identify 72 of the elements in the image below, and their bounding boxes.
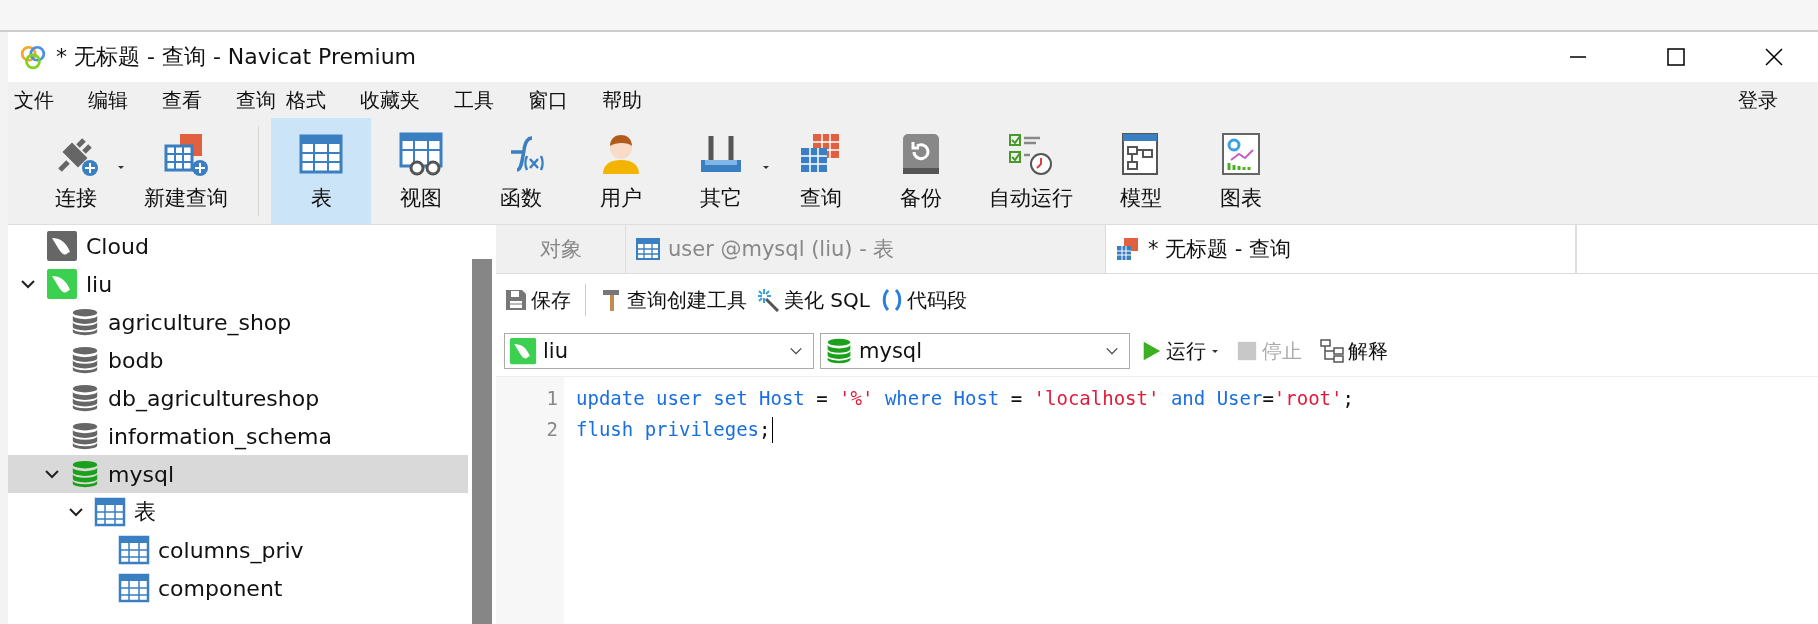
toolbar-button[interactable]: 图表: [1191, 118, 1291, 224]
toolbar-button[interactable]: 视图: [371, 118, 471, 224]
database-icon: [70, 458, 100, 490]
floppy-icon: [504, 288, 528, 312]
toolbar-button[interactable]: 备份: [871, 118, 971, 224]
stop-icon: [1236, 340, 1258, 362]
magic-wand-icon: [757, 288, 781, 312]
tree-item[interactable]: 表: [8, 493, 468, 531]
editor-toolbar-button[interactable]: 美化 SQL: [755, 286, 872, 314]
tab[interactable]: * 无标题 - 查询: [1106, 225, 1576, 273]
editor-toolbar-button[interactable]: 代码段: [877, 286, 969, 314]
tree-item[interactable]: component: [8, 569, 468, 607]
caret-icon[interactable]: [118, 166, 124, 169]
caret-icon[interactable]: [1212, 349, 1218, 353]
tree-item[interactable]: Cloud: [8, 227, 468, 265]
editor-toolbar-button[interactable]: 保存: [502, 286, 573, 314]
menu-item[interactable]: 收藏夹: [360, 86, 420, 114]
database-icon: [70, 344, 100, 376]
database-select[interactable]: mysql: [820, 333, 1130, 369]
dolphin-icon: [46, 230, 78, 262]
dolphin-icon: [509, 337, 537, 365]
tree-item[interactable]: db_agricultureshop: [8, 379, 468, 417]
tree-item[interactable]: agriculture_shop: [8, 303, 468, 341]
database-icon: [70, 420, 100, 452]
menu-item[interactable]: 工具: [454, 86, 494, 114]
toolbar-button[interactable]: 模型: [1091, 118, 1191, 224]
tree-item[interactable]: columns_priv: [8, 531, 468, 569]
table-pair-icon: [1116, 237, 1140, 261]
table-icon: [118, 534, 150, 566]
line-number: 1: [546, 386, 558, 411]
line-number: 2: [546, 417, 558, 442]
tree-item[interactable]: information_schema: [8, 417, 468, 455]
database-icon: [825, 337, 853, 365]
menu-item[interactable]: 窗口: [528, 86, 568, 114]
menu-item[interactable]: 格式: [286, 86, 326, 114]
caret-icon[interactable]: [763, 166, 769, 169]
toolbar-button[interactable]: 表: [271, 118, 371, 224]
toolbar-button[interactable]: 连接: [26, 118, 126, 224]
login-link[interactable]: 登录: [1738, 86, 1778, 114]
database-icon: [70, 306, 100, 338]
tree-item[interactable]: liu: [8, 265, 468, 303]
maximize-icon[interactable]: [1666, 47, 1686, 67]
table-icon: [636, 237, 660, 261]
action-button[interactable]: 运行: [1136, 337, 1226, 365]
menu-item[interactable]: 编辑: [88, 86, 128, 114]
toolbar-button[interactable]: 函数: [471, 118, 571, 224]
toolbar-button[interactable]: 新建查询: [126, 118, 246, 224]
code-line: flush privileges;: [576, 417, 771, 442]
editor-toolbar-button[interactable]: 查询创建工具: [598, 286, 749, 314]
table-icon: [118, 572, 150, 604]
table-glasses-icon: [397, 130, 445, 178]
toolbar-button[interactable]: 其它: [671, 118, 771, 224]
tree-item[interactable]: mysql: [8, 455, 468, 493]
code-line: update user set Host = '%' where Host = 'localhost' and User='root';: [576, 386, 1354, 411]
connection-select[interactable]: liu: [504, 333, 814, 369]
dolphin-icon: [46, 268, 78, 300]
window-title: * 无标题 - 查询 - Navicat Premium: [56, 43, 416, 71]
table-icon: [94, 496, 126, 528]
toolbar-button[interactable]: 查询: [771, 118, 871, 224]
toolbar-button[interactable]: 用户: [571, 118, 671, 224]
menu-item[interactable]: 文件: [14, 86, 54, 114]
toolbar-button[interactable]: 自动运行: [971, 118, 1091, 224]
database-icon: [70, 382, 100, 414]
menu-item[interactable]: 帮助: [602, 86, 642, 114]
close-icon[interactable]: [1764, 47, 1784, 67]
logo-icon: [20, 44, 46, 70]
action-button[interactable]: 解释: [1316, 337, 1396, 365]
tree-item[interactable]: bodb: [8, 341, 468, 379]
menu-item[interactable]: 查询: [236, 86, 276, 114]
flowchart-icon: [1320, 339, 1344, 363]
scrollbar[interactable]: [472, 259, 492, 624]
menu-item[interactable]: 查看: [162, 86, 202, 114]
